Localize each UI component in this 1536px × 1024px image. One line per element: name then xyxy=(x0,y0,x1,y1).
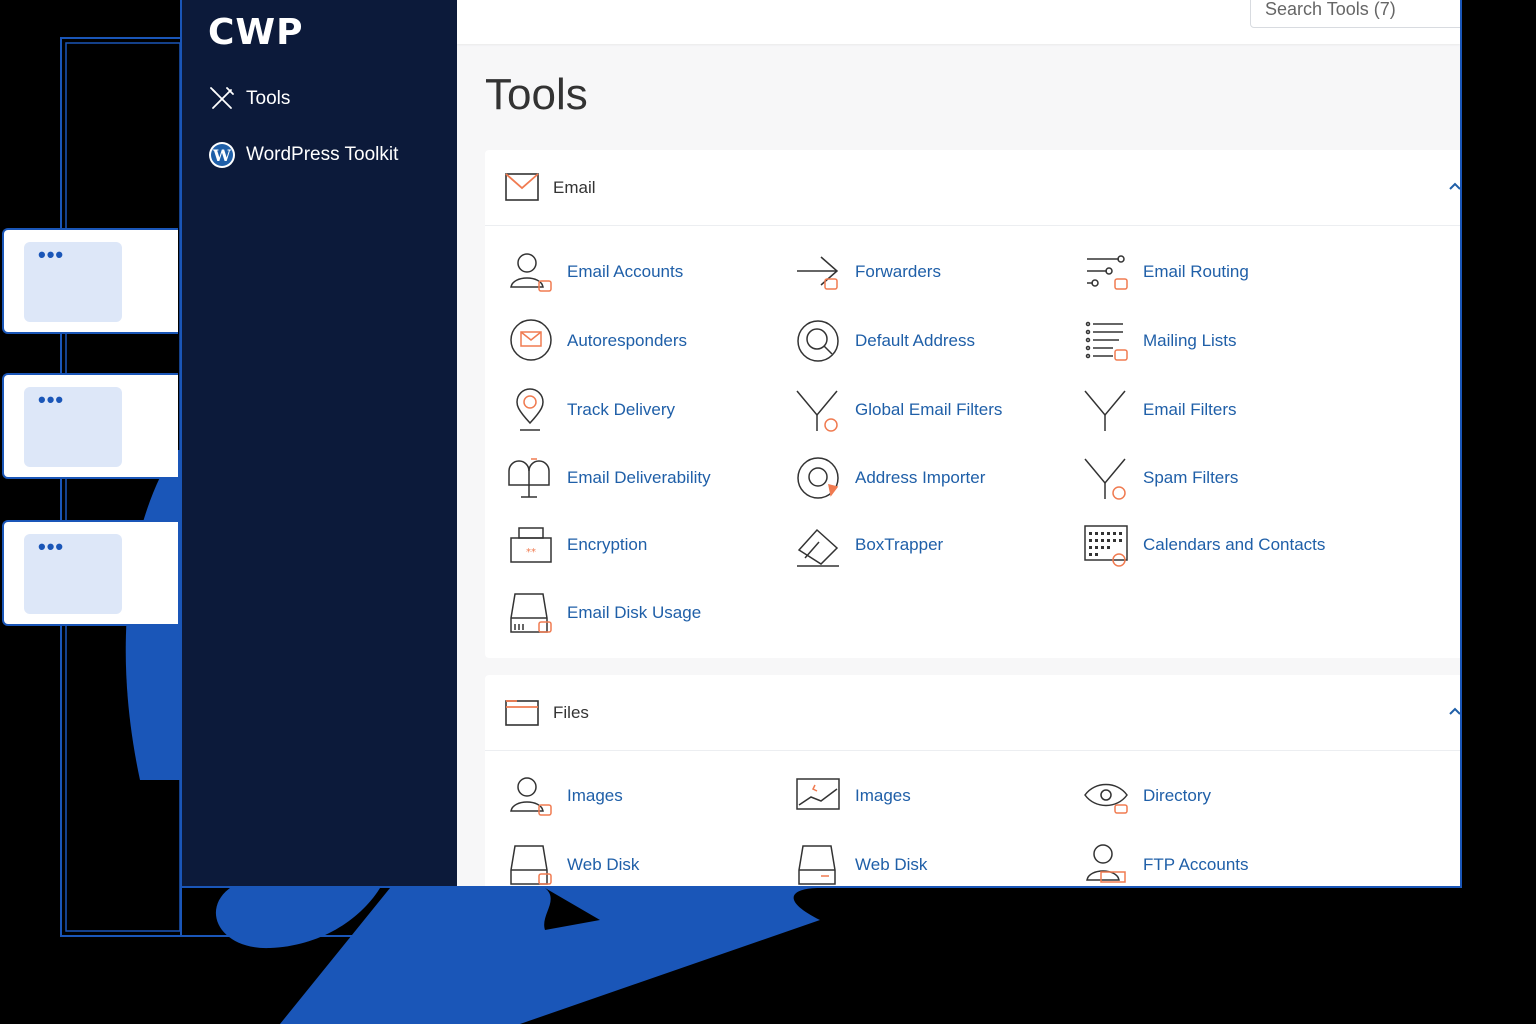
tool-email-disk-usage[interactable]: Email Disk Usage xyxy=(505,585,790,641)
autoresponder-icon xyxy=(505,316,555,366)
preview-card[interactable]: ••• xyxy=(2,520,178,626)
main-content: Search Tools (7) Tools Email Email Accou… xyxy=(457,0,1460,886)
top-bar: Search Tools (7) xyxy=(457,0,1460,44)
folder-icon xyxy=(505,697,539,732)
at-icon xyxy=(793,316,843,366)
page-title: Tools xyxy=(485,70,588,119)
tool-label: Track Delivery xyxy=(567,400,675,419)
location-pin-icon xyxy=(505,385,555,435)
more-dots-icon[interactable]: ••• xyxy=(38,244,64,266)
tool-label: Mailing Lists xyxy=(1143,331,1237,350)
tool-default-address[interactable]: Default Address xyxy=(793,313,1078,369)
preview-card[interactable]: ••• xyxy=(2,228,178,334)
tool-images[interactable]: Images xyxy=(505,768,790,824)
routing-icon xyxy=(1081,247,1131,297)
boxtrapper-icon xyxy=(793,520,843,570)
preview-card[interactable]: ••• xyxy=(2,373,178,479)
disk-icon xyxy=(793,840,843,886)
tool-label: Forwarders xyxy=(855,262,941,281)
mailbox-icon xyxy=(505,453,555,503)
list-icon xyxy=(1081,316,1131,366)
tool-forwarders[interactable]: Forwarders xyxy=(793,244,1078,300)
tool-label: Calendars and Contacts xyxy=(1143,535,1326,554)
tool-encryption[interactable]: ** Encryption xyxy=(505,517,790,573)
tool-label: Images xyxy=(855,786,911,805)
tools-icon xyxy=(208,85,236,113)
spam-filter-icon xyxy=(1081,453,1131,503)
tool-label: FTP Accounts xyxy=(1143,855,1249,874)
tool-label: BoxTrapper xyxy=(855,535,944,554)
tool-email-accounts[interactable]: Email Accounts xyxy=(505,244,790,300)
tool-global-email-filters[interactable]: Global Email Filters xyxy=(793,382,1078,438)
tool-spam-filters[interactable]: Spam Filters xyxy=(1081,450,1366,506)
tool-label: Web Disk xyxy=(855,855,928,874)
tool-label: Default Address xyxy=(855,331,976,350)
section-title: Email xyxy=(553,178,596,197)
user-icon xyxy=(505,771,555,821)
image-icon xyxy=(793,771,843,821)
tool-label: Email Routing xyxy=(1143,262,1249,281)
tool-label: Images xyxy=(567,786,623,805)
tool-address-importer[interactable]: Address Importer xyxy=(793,450,1078,506)
disk-icon xyxy=(505,840,555,886)
tool-label: Address Importer xyxy=(855,468,986,487)
email-section: Email Email Accounts Forwarders Email Ro… xyxy=(485,150,1460,658)
chevron-up-icon[interactable] xyxy=(1447,703,1460,724)
tool-directory[interactable]: Directory xyxy=(1081,768,1366,824)
tool-email-routing[interactable]: Email Routing xyxy=(1081,244,1366,300)
more-dots-icon[interactable]: ••• xyxy=(38,389,64,411)
tool-track-delivery[interactable]: Track Delivery xyxy=(505,382,790,438)
sidebar-item-label: WordPress Toolkit xyxy=(246,144,399,165)
tool-web-disk[interactable]: Web Disk xyxy=(793,837,1078,886)
importer-icon xyxy=(793,453,843,503)
filter-icon xyxy=(1081,385,1131,435)
tool-label: Directory xyxy=(1143,786,1212,805)
tool-autoresponders[interactable]: Autoresponders xyxy=(505,313,790,369)
tool-mailing-lists[interactable]: Mailing Lists xyxy=(1081,313,1366,369)
tool-boxtrapper[interactable]: BoxTrapper xyxy=(793,517,1078,573)
more-dots-icon[interactable]: ••• xyxy=(38,536,64,558)
filter-icon xyxy=(793,385,843,435)
tool-label: Autoresponders xyxy=(567,331,688,350)
tool-email-deliverability[interactable]: Email Deliverability xyxy=(505,450,790,506)
tool-label: Email Filters xyxy=(1143,400,1237,419)
tool-ftp-accounts[interactable]: FTP Accounts xyxy=(1081,837,1366,886)
section-title: Files xyxy=(553,703,589,722)
tool-label: Encryption xyxy=(567,535,648,554)
app-window: CWP Tools W WordPress Toolkit Search Too… xyxy=(180,0,1462,888)
section-header[interactable]: Email xyxy=(485,150,1460,226)
encryption-icon: ** xyxy=(505,520,555,570)
svg-text:W: W xyxy=(212,146,232,165)
sidebar-item-label: Tools xyxy=(246,88,291,109)
sidebar: CWP Tools W WordPress Toolkit xyxy=(182,0,457,886)
wordpress-icon: W xyxy=(208,141,236,169)
sidebar-item-tools[interactable]: Tools xyxy=(208,82,290,116)
ftp-user-icon xyxy=(1081,840,1131,886)
forward-arrow-icon xyxy=(793,247,843,297)
user-icon xyxy=(505,247,555,297)
tool-label: Global Email Filters xyxy=(855,400,1003,419)
tool-label: Email Disk Usage xyxy=(567,603,702,622)
tool-label: Web Disk xyxy=(567,855,640,874)
section-header[interactable]: Files xyxy=(485,675,1460,751)
eye-icon xyxy=(1081,771,1131,821)
files-section: Files Images Images Directory Web Disk W… xyxy=(485,675,1460,886)
tool-label: Spam Filters xyxy=(1143,468,1239,487)
tool-web-disk[interactable]: Web Disk xyxy=(505,837,790,886)
chevron-up-icon[interactable] xyxy=(1447,178,1460,199)
tool-label: Email Accounts xyxy=(567,262,684,281)
svg-text:**: ** xyxy=(526,547,536,558)
tool-images[interactable]: Images xyxy=(793,768,1078,824)
tool-email-filters[interactable]: Email Filters xyxy=(1081,382,1366,438)
tool-label: Email Deliverability xyxy=(567,468,711,487)
disk-icon xyxy=(505,588,555,638)
sidebar-item-wordpress-toolkit[interactable]: W WordPress Toolkit xyxy=(208,138,398,172)
envelope-icon xyxy=(505,172,539,207)
search-input[interactable]: Search Tools (7) xyxy=(1250,0,1460,28)
tool-calendars-and-contacts[interactable]: Calendars and Contacts xyxy=(1081,517,1366,573)
cwp-logo[interactable]: CWP xyxy=(208,12,304,53)
calendar-icon xyxy=(1081,520,1131,570)
